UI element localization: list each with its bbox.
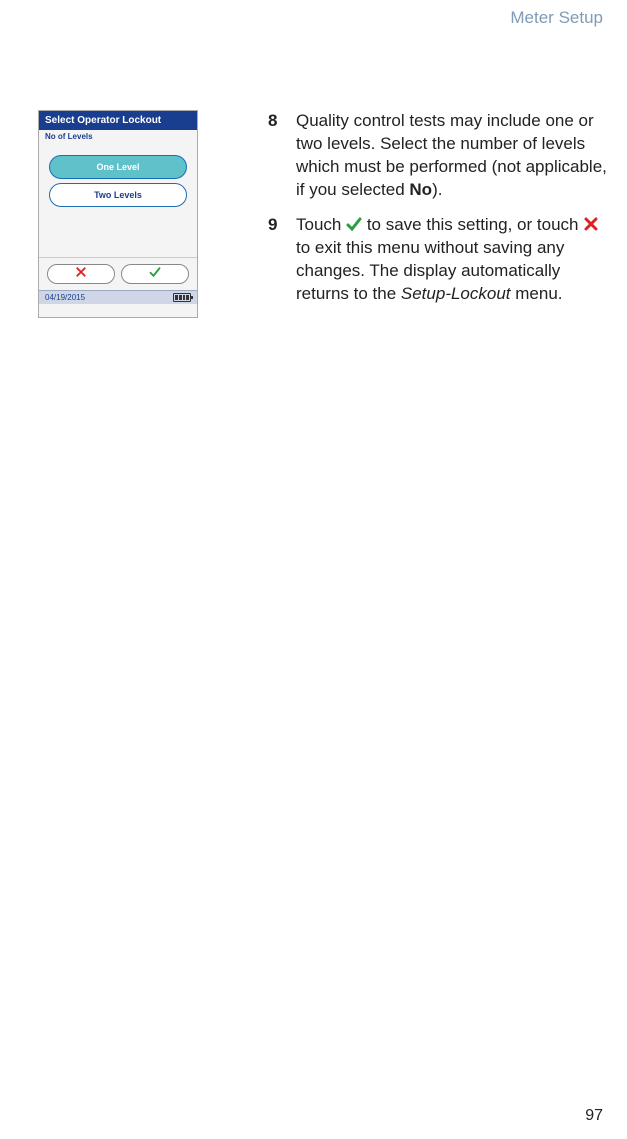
check-icon [346,216,362,232]
step-italic: Setup-Lockout [401,284,511,303]
page-number: 97 [585,1107,603,1125]
step-text: Touch [296,215,346,234]
step-8: 8 Quality control tests may include one … [268,110,607,202]
confirm-button[interactable] [121,264,189,284]
device-sublabel: No of Levels [39,130,197,147]
battery-icon [173,293,191,302]
content-row: Select Operator Lockout No of Levels One… [0,0,627,318]
cancel-button[interactable] [47,264,115,284]
option-one-level[interactable]: One Level [49,155,187,179]
step-text: to save this setting, or touch [362,215,583,234]
device-date: 04/19/2015 [45,293,85,302]
step-body: Quality control tests may include one or… [296,110,607,202]
device-body: One Level Two Levels [39,147,197,257]
step-text: ). [432,180,442,199]
step-body: Touch to save this setting, or touch to … [296,214,607,306]
step-bold: No [409,180,432,199]
device-actions [39,257,197,290]
step-text: Quality control tests may include one or… [296,111,607,199]
check-icon [149,265,161,283]
device-statusbar: 04/19/2015 [39,290,197,304]
device-mockup: Select Operator Lockout No of Levels One… [38,110,198,318]
x-icon [75,265,87,283]
x-icon [583,216,599,232]
step-number: 8 [268,110,282,202]
instructions: 8 Quality control tests may include one … [268,110,607,318]
device-titlebar: Select Operator Lockout [39,111,197,130]
step-9: 9 Touch to save this setting, or touch t… [268,214,607,306]
section-header: Meter Setup [510,8,603,28]
step-number: 9 [268,214,282,306]
step-text: menu. [511,284,563,303]
option-two-levels[interactable]: Two Levels [49,183,187,207]
